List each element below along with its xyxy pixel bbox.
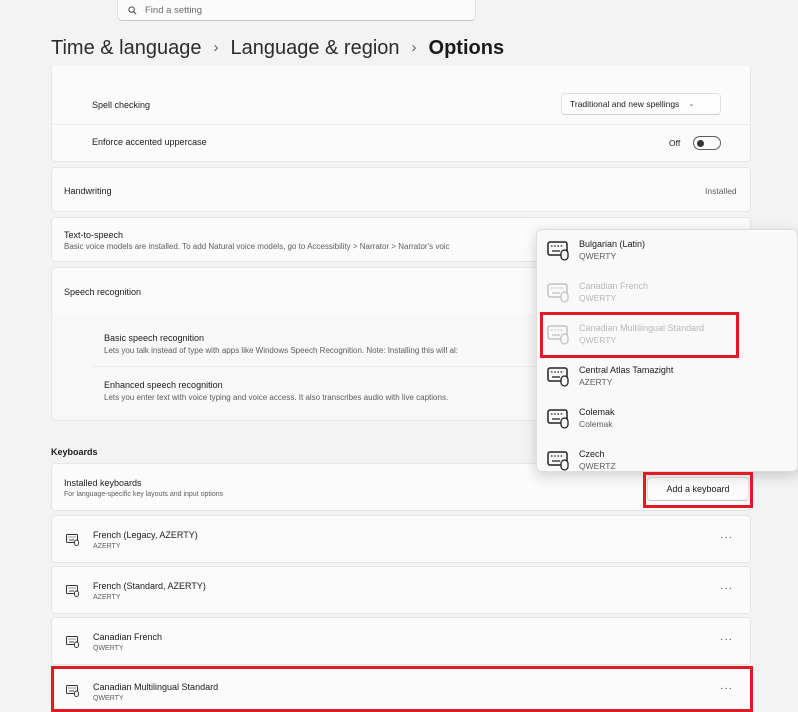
keyboard-icon <box>66 534 79 546</box>
installed-keyboards-description: For language-specific key layouts and in… <box>64 491 224 498</box>
typing-options-card: Spell checking Traditional and new spell… <box>51 66 752 162</box>
keyboard-name: French (Standard, AZERTY) <box>93 581 206 591</box>
picker-item-layout: QWERTY <box>579 293 617 303</box>
search-box[interactable]: Find a setting <box>117 0 476 21</box>
keyboards-section-title: Keyboards <box>51 447 98 457</box>
accented-uppercase-state: Off <box>669 138 681 148</box>
picker-item[interactable]: Central Atlas Tamazight AZERTY <box>537 356 797 398</box>
picker-item-name: Central Atlas Tamazight <box>579 365 674 375</box>
highlight-box <box>643 472 753 508</box>
keyboard-item: French (Standard, AZERTY) AZERTY ··· <box>51 566 751 614</box>
more-options-button[interactable]: ··· <box>720 634 733 645</box>
breadcrumb-language-region[interactable]: Language & region <box>230 37 399 60</box>
more-options-button[interactable]: ··· <box>720 532 733 543</box>
keyboard-icon <box>547 241 569 261</box>
picker-item-layout: QWERTZ <box>579 461 616 471</box>
breadcrumb: Time & language › Language & region › Op… <box>51 33 504 63</box>
handwriting-status: Installed <box>705 186 737 196</box>
picker-item[interactable]: Bulgarian (Latin) QWERTY <box>537 230 797 272</box>
spell-checking-value: Traditional and new spellings <box>570 99 680 109</box>
highlight-box <box>540 312 739 358</box>
keyboard-icon <box>547 451 569 471</box>
breadcrumb-time-language[interactable]: Time & language <box>51 37 201 60</box>
keyboard-icon <box>66 585 79 597</box>
chevron-down-icon: ⌄ <box>688 101 695 108</box>
picker-item-layout: Colemak <box>579 419 613 429</box>
page-title: Options <box>428 36 505 59</box>
keyboard-icon <box>66 636 79 648</box>
installed-keyboards-label: Installed keyboards <box>64 478 142 488</box>
keyboard-icon <box>547 283 569 303</box>
enhanced-speech-label: Enhanced speech recognition <box>104 380 223 390</box>
enhanced-speech-description: Lets you enter text with voice typing an… <box>104 393 449 402</box>
keyboard-layout: AZERTY <box>93 594 121 601</box>
breadcrumb-separator: › <box>411 38 417 56</box>
picker-item-disabled: Canadian French QWERTY <box>537 272 797 314</box>
search-icon <box>128 5 137 14</box>
basic-speech-label: Basic speech recognition <box>104 333 205 343</box>
picker-item-name: Canadian French <box>579 281 649 291</box>
keyboard-name: French (Legacy, AZERTY) <box>93 530 198 540</box>
picker-item-layout: QWERTY <box>579 251 617 261</box>
keyboard-layout: AZERTY <box>93 543 121 550</box>
accented-uppercase-toggle[interactable] <box>693 136 721 150</box>
accented-uppercase-label: Enforce accented uppercase <box>92 137 207 147</box>
picker-item-name: Czech <box>579 449 605 459</box>
speech-recognition-label: Speech recognition <box>64 287 142 297</box>
keyboard-icon <box>547 409 569 429</box>
handwriting-label: Handwriting <box>64 186 112 196</box>
picker-item-name: Bulgarian (Latin) <box>579 239 646 249</box>
breadcrumb-separator: › <box>213 38 219 56</box>
highlight-box <box>51 666 753 712</box>
more-options-button[interactable]: ··· <box>720 583 733 594</box>
keyboard-item: French (Legacy, AZERTY) AZERTY ··· <box>51 515 751 563</box>
picker-item-name: Colemak <box>579 407 615 417</box>
keyboard-name: Canadian French <box>93 632 163 642</box>
keyboard-layout: QWERTY <box>93 645 124 652</box>
spell-checking-dropdown[interactable]: Traditional and new spellings ⌄ <box>561 93 721 115</box>
keyboard-item: Canadian French QWERTY ··· <box>51 617 751 665</box>
search-placeholder: Find a setting <box>145 4 203 16</box>
picker-item[interactable]: Czech QWERTZ <box>537 440 797 471</box>
spell-checking-label: Spell checking <box>92 100 151 110</box>
handwriting-card[interactable]: Handwriting Installed <box>51 167 751 212</box>
basic-speech-description: Lets you talk instead of type with apps … <box>104 346 458 355</box>
picker-item-layout: AZERTY <box>579 377 613 387</box>
keyboard-icon <box>547 367 569 387</box>
tts-label: Text-to-speech <box>64 230 124 240</box>
tts-description: Basic voice models are installed. To add… <box>64 242 450 251</box>
picker-item[interactable]: Colemak Colemak <box>537 398 797 440</box>
